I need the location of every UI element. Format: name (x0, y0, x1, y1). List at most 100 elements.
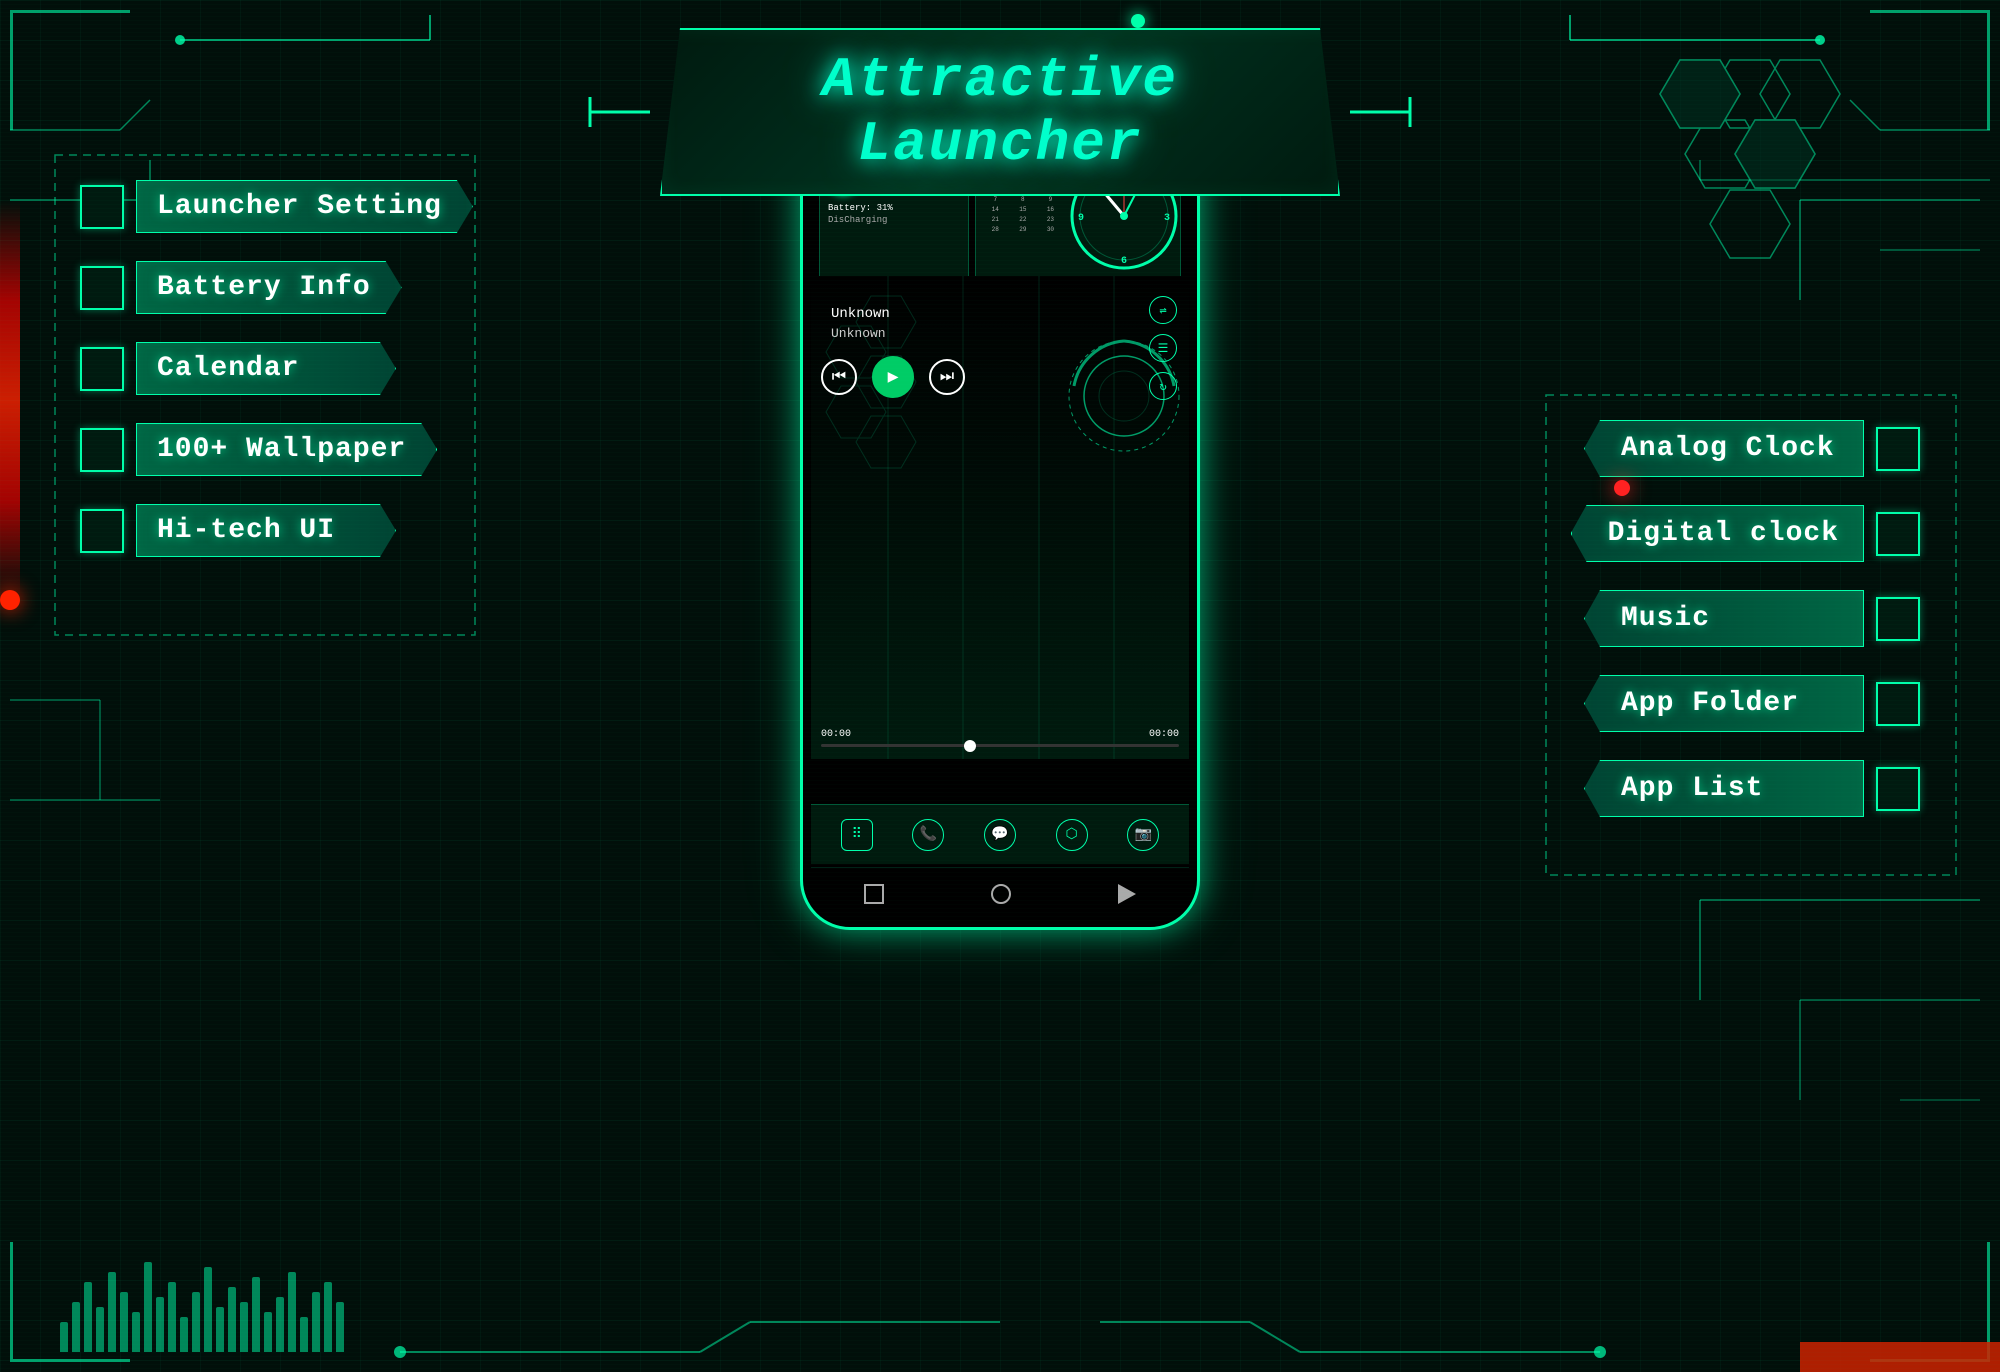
nav-home-button[interactable] (991, 884, 1011, 904)
title-banner: Attractive Launcher (660, 28, 1340, 196)
phone-gauge-svg (1059, 306, 1189, 486)
phone-progress-area: 00:00 00:00 (821, 729, 1179, 747)
prev-button[interactable]: ⏮ (821, 359, 857, 395)
menu-square-launcher (80, 185, 124, 229)
eq-bar (132, 1312, 140, 1352)
right-label-analog: Analog Clock (1621, 433, 1835, 464)
phone-icon[interactable]: 📞 (912, 819, 944, 851)
eq-bar (204, 1267, 212, 1352)
phone-mockup: 10:32 AM ✦ ▶ 📶 ⚙ Battery (800, 110, 1200, 930)
red-dot-right (1614, 480, 1630, 496)
menu-square-calendar (80, 347, 124, 391)
message-icon[interactable]: 💬 (984, 819, 1016, 851)
teal-dot-top (1131, 14, 1145, 28)
left-menu: Launcher Setting Battery Info Calendar 1… (80, 180, 473, 557)
sidebar-item-app-list[interactable]: App List (1571, 760, 1920, 817)
red-dot-left (0, 590, 20, 610)
right-label-music: Music (1621, 603, 1710, 634)
progress-track[interactable] (821, 744, 1179, 747)
eq-bar (96, 1307, 104, 1352)
eq-bar (240, 1302, 248, 1352)
right-label-wrap-analog: Analog Clock (1584, 420, 1864, 477)
right-square-digital (1876, 512, 1920, 556)
eq-bar (216, 1307, 224, 1352)
menu-label-calendar: Calendar (157, 353, 299, 384)
cal-cell: 15 (1010, 205, 1037, 214)
menu-label-battery: Battery Info (157, 272, 371, 303)
right-square-list (1876, 767, 1920, 811)
eq-bar (72, 1302, 80, 1352)
right-label-wrap-folder: App Folder (1584, 675, 1864, 732)
nav-recents-icon[interactable] (1118, 884, 1136, 904)
cal-cell: 14 (982, 205, 1009, 214)
camera-app-icon[interactable]: 📷 (1127, 819, 1159, 851)
eq-bar (60, 1322, 68, 1352)
time-current: 00:00 (821, 729, 851, 740)
eq-bar (288, 1272, 296, 1352)
sidebar-item-wallpaper[interactable]: 100+ Wallpaper (80, 423, 473, 476)
cal-cell: 8 (1010, 195, 1037, 204)
phone-track-artist: Unknown (831, 326, 886, 341)
phone-middle-bg: Unknown Unknown ⏮ ▶ ⏭ ⇌ ☰ ↻ (811, 276, 1189, 759)
browser-icon[interactable]: ⬡ (1056, 819, 1088, 851)
eq-bar (180, 1317, 188, 1352)
menu-label-hitech: Hi-tech UI (157, 515, 335, 546)
cal-cell: 16 (1037, 205, 1064, 214)
eq-bar (312, 1292, 320, 1352)
svg-text:9: 9 (1078, 213, 1084, 224)
phone-screen: 10:32 AM ✦ ▶ 📶 ⚙ Battery (811, 121, 1189, 919)
menu-label-wrap-launcher: Launcher Setting (136, 180, 473, 233)
next-button[interactable]: ⏭ (929, 359, 965, 395)
progress-handle[interactable] (964, 740, 976, 752)
sidebar-item-digital-clock[interactable]: Digital clock (1571, 505, 1920, 562)
menu-label-wrap-hitech: Hi-tech UI (136, 504, 396, 557)
right-label-wrap-list: App List (1584, 760, 1864, 817)
sidebar-item-music[interactable]: Music (1571, 590, 1920, 647)
sidebar-item-analog-clock[interactable]: Analog Clock (1571, 420, 1920, 477)
hex-group (1600, 50, 1900, 300)
phone-nav-bar (811, 867, 1189, 919)
eq-bar (336, 1302, 344, 1352)
right-label-digital: Digital clock (1608, 518, 1839, 549)
red-accent-left (0, 200, 20, 600)
corner-decoration-tr (1870, 10, 1990, 130)
eq-bar (84, 1282, 92, 1352)
menu-label-wrap-calendar: Calendar (136, 342, 396, 395)
menu-label-launcher: Launcher Setting (157, 191, 442, 222)
sidebar-item-launcher-setting[interactable]: Launcher Setting (80, 180, 473, 233)
title-bracket-right-svg (1340, 82, 1420, 142)
right-label-folder: App Folder (1621, 688, 1799, 719)
sidebar-item-battery-info[interactable]: Battery Info (80, 261, 473, 314)
app-drawer-icon[interactable]: ⠿ (841, 819, 873, 851)
nav-back-button[interactable] (864, 884, 884, 904)
sidebar-item-app-folder[interactable]: App Folder (1571, 675, 1920, 732)
eq-bar (108, 1272, 116, 1352)
sidebar-item-calendar[interactable]: Calendar (80, 342, 473, 395)
phone-track-name: Unknown (831, 306, 890, 322)
right-square-folder (1876, 682, 1920, 726)
sidebar-item-hitech[interactable]: Hi-tech UI (80, 504, 473, 557)
cal-cell: 22 (1010, 215, 1037, 224)
menu-label-wallpaper: 100+ Wallpaper (157, 434, 406, 465)
eq-bar (276, 1297, 284, 1352)
cal-cell: 28 (982, 225, 1009, 234)
menu-label-wrap-battery: Battery Info (136, 261, 402, 314)
equalizer-bars (60, 1252, 344, 1352)
eq-bar (300, 1317, 308, 1352)
eq-bar (324, 1282, 332, 1352)
right-label-wrap-digital: Digital clock (1571, 505, 1864, 562)
title-box: Attractive Launcher (660, 28, 1340, 196)
phone-outer: 10:32 AM ✦ ▶ 📶 ⚙ Battery (800, 110, 1200, 930)
eq-bar (120, 1292, 128, 1352)
progress-times: 00:00 00:00 (821, 729, 1179, 740)
title-bracket-left-svg (580, 82, 660, 142)
time-total: 00:00 (1149, 729, 1179, 740)
menu-label-wrap-wallpaper: 100+ Wallpaper (136, 423, 437, 476)
svg-text:3: 3 (1164, 213, 1170, 224)
menu-square-battery (80, 266, 124, 310)
play-button[interactable]: ▶ (872, 356, 914, 398)
right-label-list: App List (1621, 773, 1763, 804)
app-title: Attractive Launcher (722, 48, 1278, 176)
eq-bar (192, 1292, 200, 1352)
menu-square-wallpaper (80, 428, 124, 472)
